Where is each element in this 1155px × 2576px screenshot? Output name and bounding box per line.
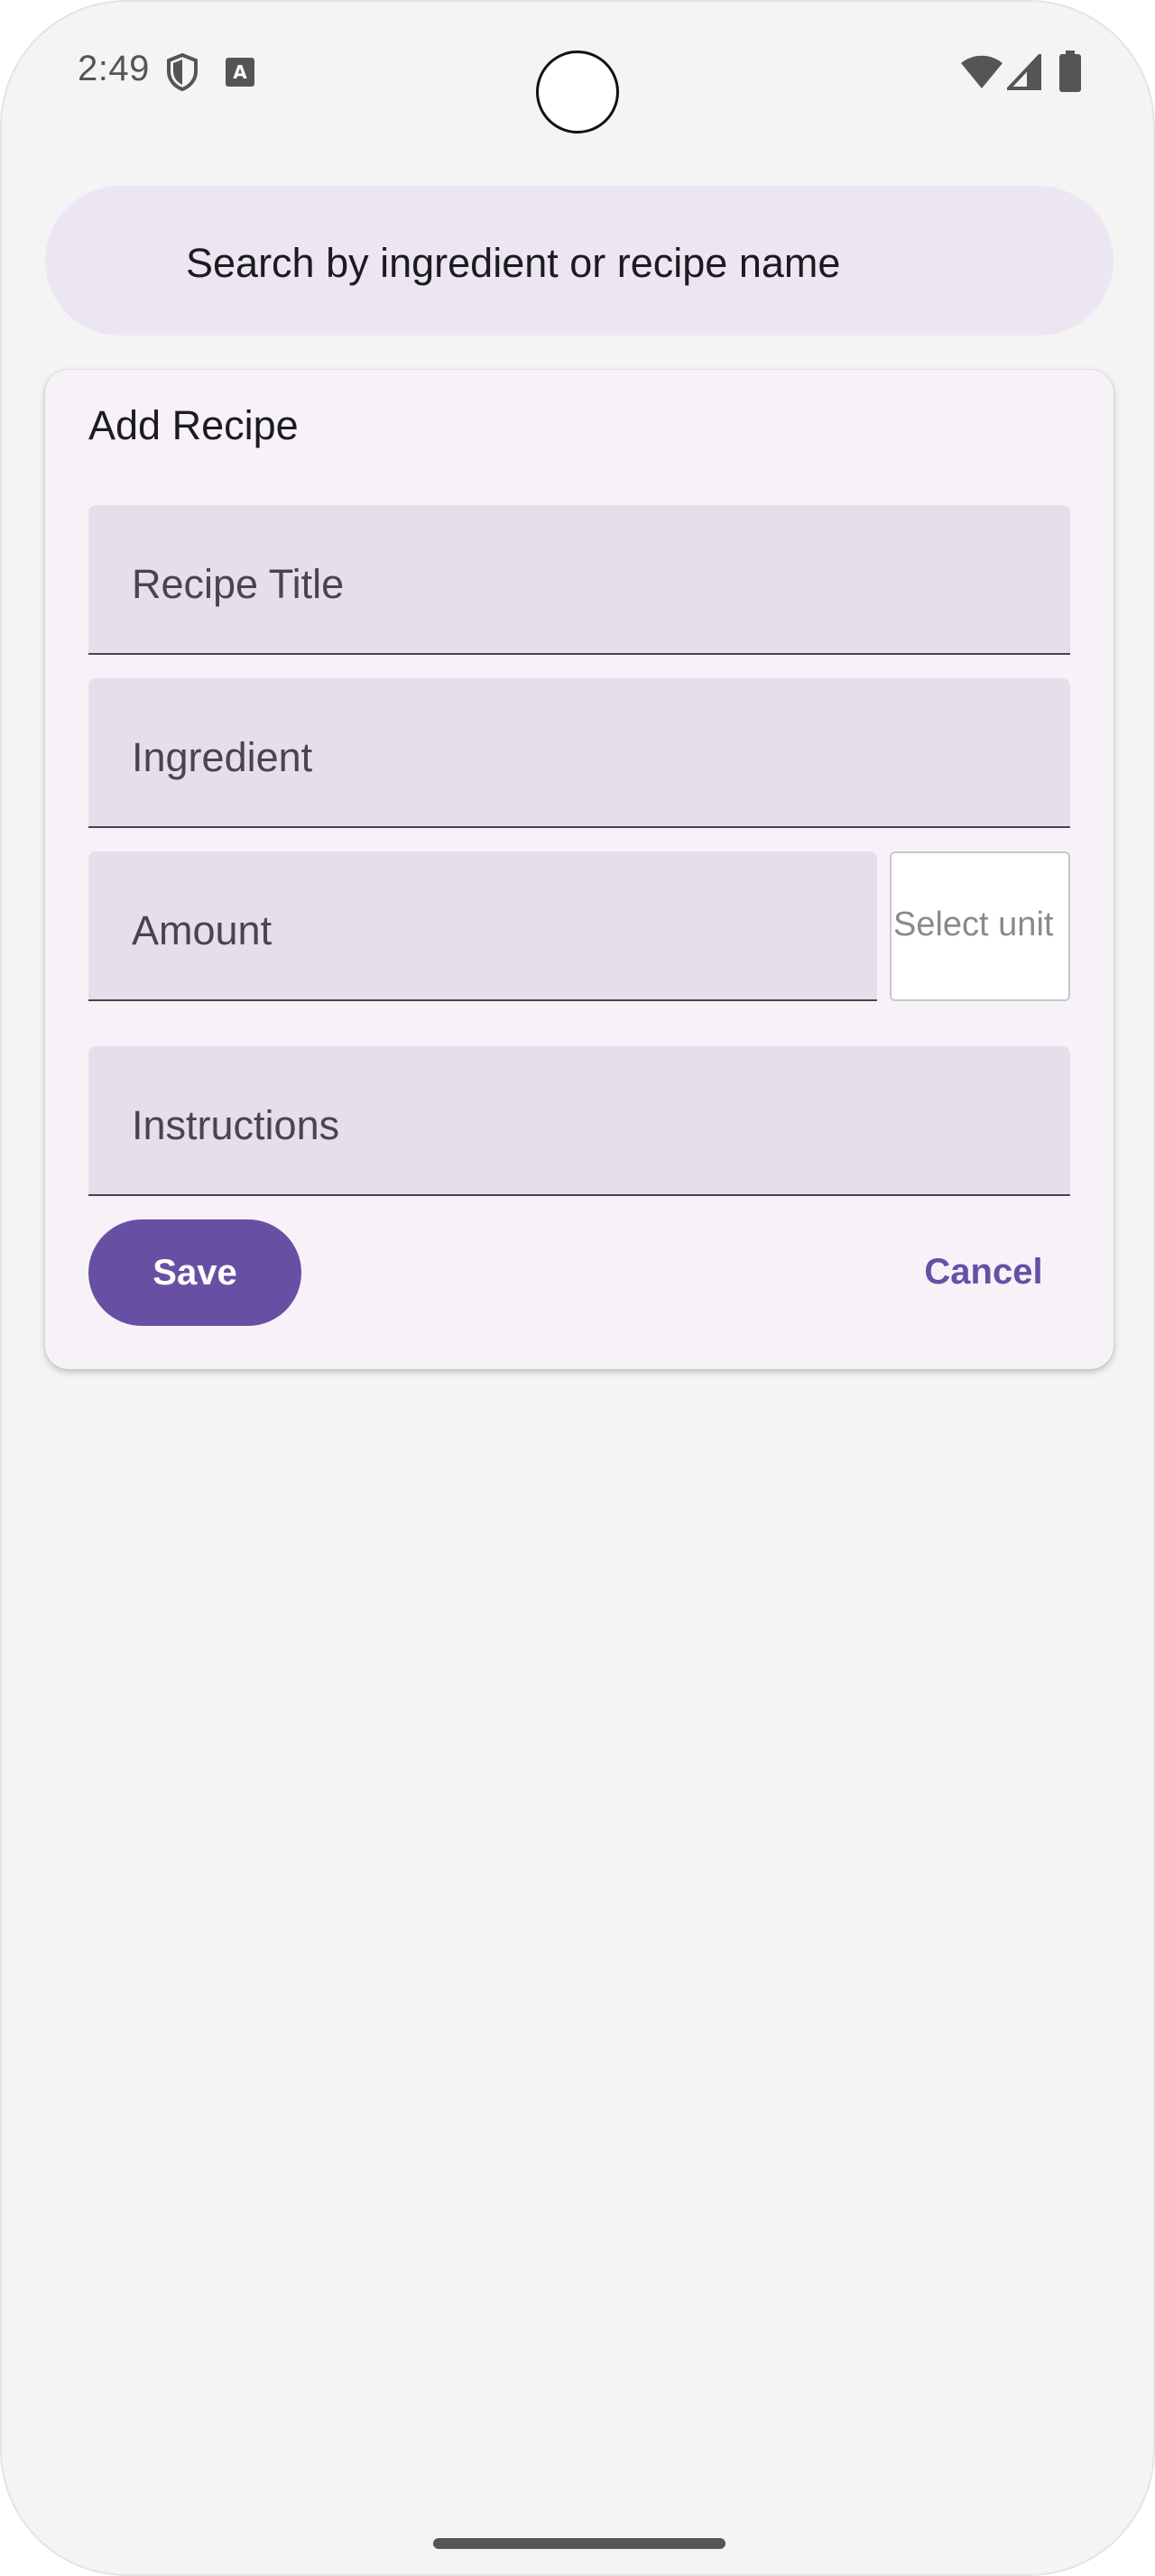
wifi-icon	[960, 54, 1003, 95]
ingredient-field[interactable]: Ingredient	[88, 678, 1070, 828]
amount-label: Amount	[132, 907, 273, 953]
instructions-field[interactable]: Instructions	[88, 1046, 1070, 1196]
svg-text:A: A	[233, 61, 247, 83]
ingredient-label: Ingredient	[132, 734, 313, 780]
text-a-icon: A	[226, 58, 254, 91]
save-button[interactable]: Save	[88, 1219, 301, 1326]
add-recipe-dialog: Add Recipe Recipe Title Ingredient Amoun…	[45, 370, 1113, 1369]
instructions-label: Instructions	[132, 1102, 340, 1148]
front-camera	[536, 51, 619, 133]
search-bar[interactable]: Search by ingredient or recipe name	[45, 186, 1113, 336]
unit-select-label: Select unit	[893, 906, 1054, 943]
search-placeholder: Search by ingredient or recipe name	[186, 240, 841, 286]
amount-field[interactable]: Amount	[88, 851, 877, 1001]
status-time: 2:49	[78, 49, 150, 88]
cancel-button[interactable]: Cancel	[893, 1243, 1074, 1301]
recipe-title-label: Recipe Title	[132, 561, 345, 607]
recipe-title-field[interactable]: Recipe Title	[88, 505, 1070, 655]
dialog-title: Add Recipe	[88, 402, 299, 448]
phone-screen: 2:49 A Search by ingredient or recipe na…	[0, 0, 1155, 2576]
signal-icon	[1004, 51, 1041, 95]
unit-select[interactable]: Select unit	[890, 851, 1070, 1001]
home-indicator[interactable]	[433, 2538, 725, 2549]
battery-icon	[1059, 51, 1081, 97]
shield-icon	[164, 52, 200, 97]
